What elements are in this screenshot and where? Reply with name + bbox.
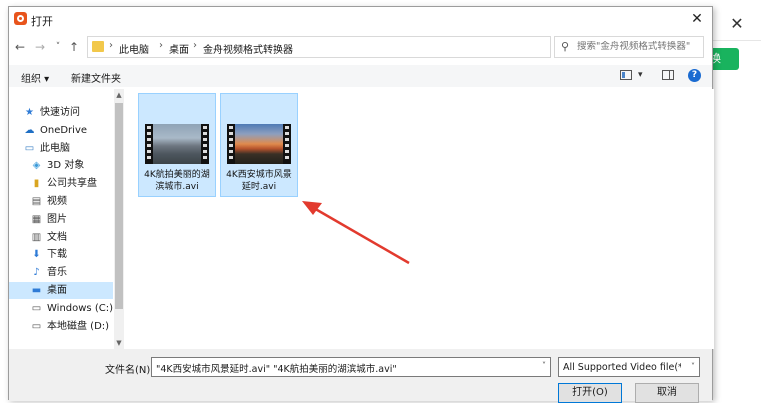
- sidebar-item-label: 此电脑: [40, 142, 70, 154]
- sidebar-item-label: Windows (C:): [47, 302, 113, 314]
- sidebar-item[interactable]: ◈ 3D 对象: [9, 157, 113, 174]
- sidebar-item[interactable]: ▤ 视频: [9, 193, 113, 210]
- dialog-close-button[interactable]: ✕: [688, 10, 706, 28]
- sidebar-item-label: 桌面: [47, 285, 67, 296]
- filetype-select[interactable]: All Supported Video file(*.we ˅: [558, 357, 700, 377]
- drive-icon: ▭: [31, 320, 42, 332]
- sidebar-item[interactable]: ▦ 图片: [9, 211, 113, 228]
- folder-icon: [92, 41, 104, 52]
- sidebar-item-label: 3D 对象: [47, 160, 85, 172]
- navigation-scrollbar[interactable]: ▲ ▼: [114, 89, 124, 349]
- music-icon: ♪: [33, 267, 40, 279]
- sidebar-item-label: 文档: [47, 231, 67, 243]
- video-thumbnail-icon: [227, 124, 291, 164]
- sidebar-item[interactable]: ♪ 音乐: [9, 264, 113, 281]
- search-icon: ⚲: [561, 40, 570, 53]
- breadcrumb-folder[interactable]: 金舟视频格式转换器: [203, 41, 293, 56]
- file-name: 4K西安城市风景延时.avi: [226, 170, 292, 192]
- video-icon: ▤: [31, 196, 42, 207]
- star-icon: ★: [25, 107, 34, 118]
- navigation-bar: ← → ˅ ↑ › 此电脑 › 桌面 › 金舟视频格式转换器 ˅ ↻ ⚲: [9, 35, 712, 61]
- back-arrow-icon[interactable]: ←: [13, 39, 27, 55]
- sidebar-item-label: OneDrive: [40, 124, 88, 136]
- file-name: 4K航拍美丽的湖滨城市.avi: [144, 170, 210, 192]
- sidebar-item[interactable]: ▮ 公司共享盘: [9, 175, 113, 192]
- open-button[interactable]: 打开(O): [558, 383, 622, 403]
- background-close-icon[interactable]: ✕: [727, 14, 747, 34]
- breadcrumb-desktop[interactable]: 桌面: [169, 41, 189, 56]
- sidebar-item[interactable]: ▬ 桌面: [9, 282, 113, 299]
- sidebar-item-label: 下载: [47, 249, 67, 261]
- background-divider: [712, 40, 761, 41]
- preview-pane-icon[interactable]: [662, 70, 674, 80]
- forward-arrow-icon[interactable]: →: [33, 39, 47, 55]
- search-box[interactable]: ⚲: [554, 36, 704, 58]
- dialog-titlebar: 打开 ✕: [9, 7, 712, 33]
- sidebar-item[interactable]: ▭ 此电脑: [9, 140, 113, 157]
- sidebar-item-label: 本地磁盘 (D:): [47, 320, 110, 332]
- sidebar-item-label: 快速访问: [40, 107, 80, 118]
- change-view-icon[interactable]: [620, 70, 632, 80]
- download-icon: ⬇: [32, 249, 41, 261]
- dialog-footer: 文件名(N): "4K西安城市风景延时.avi" "4K航拍美丽的湖滨城市.av…: [9, 349, 712, 403]
- filename-input[interactable]: "4K西安城市风景延时.avi" "4K航拍美丽的湖滨城市.avi" ˅: [151, 357, 551, 377]
- filename-label: 文件名(N):: [105, 365, 154, 376]
- navigation-pane: ★ 快速访问 ☁ OneDrive ▭ 此电脑 ◈ 3D 对象 ▮ 公司共享盘 ▤ 视频 ▦ 图片 ▥ 文档 ⬇…: [9, 89, 126, 349]
- open-file-dialog: 打开 ✕ ← → ˅ ↑ › 此电脑 › 桌面 › 金舟视频格式转换器 ˅ ↻ …: [8, 6, 714, 403]
- picture-icon: ▦: [31, 213, 42, 225]
- sidebar-item[interactable]: ⬇ 下载: [9, 246, 113, 263]
- desktop-icon: ▬: [31, 285, 42, 296]
- up-arrow-icon[interactable]: ↑: [67, 39, 81, 55]
- view-options-dropdown-icon[interactable]: ▾: [638, 70, 643, 80]
- sidebar-item[interactable]: ★ 快速访问: [9, 104, 113, 121]
- sidebar-item[interactable]: ☁ OneDrive: [9, 122, 113, 139]
- file-item[interactable]: 4K西安城市风景延时.avi: [220, 93, 298, 197]
- breadcrumb-separator: ›: [109, 40, 113, 51]
- sidebar-item[interactable]: ▭ 本地磁盘 (D:): [9, 318, 113, 335]
- scroll-down-icon[interactable]: ▼: [114, 337, 124, 349]
- recent-locations-icon[interactable]: ˅: [51, 39, 65, 55]
- address-bar[interactable]: › 此电脑 › 桌面 › 金舟视频格式转换器 ˅ ↻: [87, 36, 614, 58]
- video-thumbnail-icon: [145, 124, 209, 164]
- sidebar-item-label: 公司共享盘: [47, 178, 97, 190]
- sidebar-item-label: 图片: [47, 213, 67, 225]
- new-folder-button[interactable]: 新建文件夹: [71, 70, 121, 85]
- scroll-thumb[interactable]: [115, 103, 123, 309]
- scroll-up-icon[interactable]: ▲: [114, 89, 124, 101]
- file-list: 4K航拍美丽的湖滨城市.avi 4K西安城市风景延时.avi: [126, 89, 714, 349]
- document-icon: ▥: [31, 231, 42, 243]
- filename-dropdown-icon[interactable]: ˅: [542, 361, 546, 370]
- command-bar: 组织 ▾ 新建文件夹 ▾ ?: [9, 65, 712, 87]
- help-icon[interactable]: ?: [688, 69, 701, 82]
- dialog-title: 打开: [31, 15, 53, 28]
- breadcrumb-separator: ›: [159, 40, 163, 51]
- filetype-value: All Supported Video file(*.we: [563, 362, 681, 373]
- sidebar-item-label: 音乐: [47, 267, 67, 279]
- search-input[interactable]: [577, 41, 701, 52]
- sidebar-item[interactable]: ▥ 文档: [9, 229, 113, 246]
- breadcrumb-separator: ›: [193, 40, 197, 51]
- sidebar-item[interactable]: ▭ Windows (C:): [9, 300, 113, 317]
- sidebar-item-label: 视频: [47, 196, 67, 207]
- drive-icon: ▭: [31, 302, 42, 314]
- cancel-button[interactable]: 取消: [635, 383, 699, 403]
- filetype-dropdown-icon[interactable]: ˅: [691, 362, 695, 371]
- breadcrumb-this-pc[interactable]: 此电脑: [119, 41, 149, 56]
- organize-button[interactable]: 组织 ▾: [21, 70, 49, 85]
- cube-icon: ◈: [32, 160, 41, 172]
- app-logo-icon: [14, 12, 27, 25]
- filename-value: "4K西安城市风景延时.avi" "4K航拍美丽的湖滨城市.avi": [156, 364, 397, 375]
- file-item[interactable]: 4K航拍美丽的湖滨城市.avi: [138, 93, 216, 197]
- computer-icon: ▭: [24, 142, 35, 154]
- network-drive-icon: ▮: [33, 178, 40, 190]
- cloud-icon: ☁: [24, 124, 35, 136]
